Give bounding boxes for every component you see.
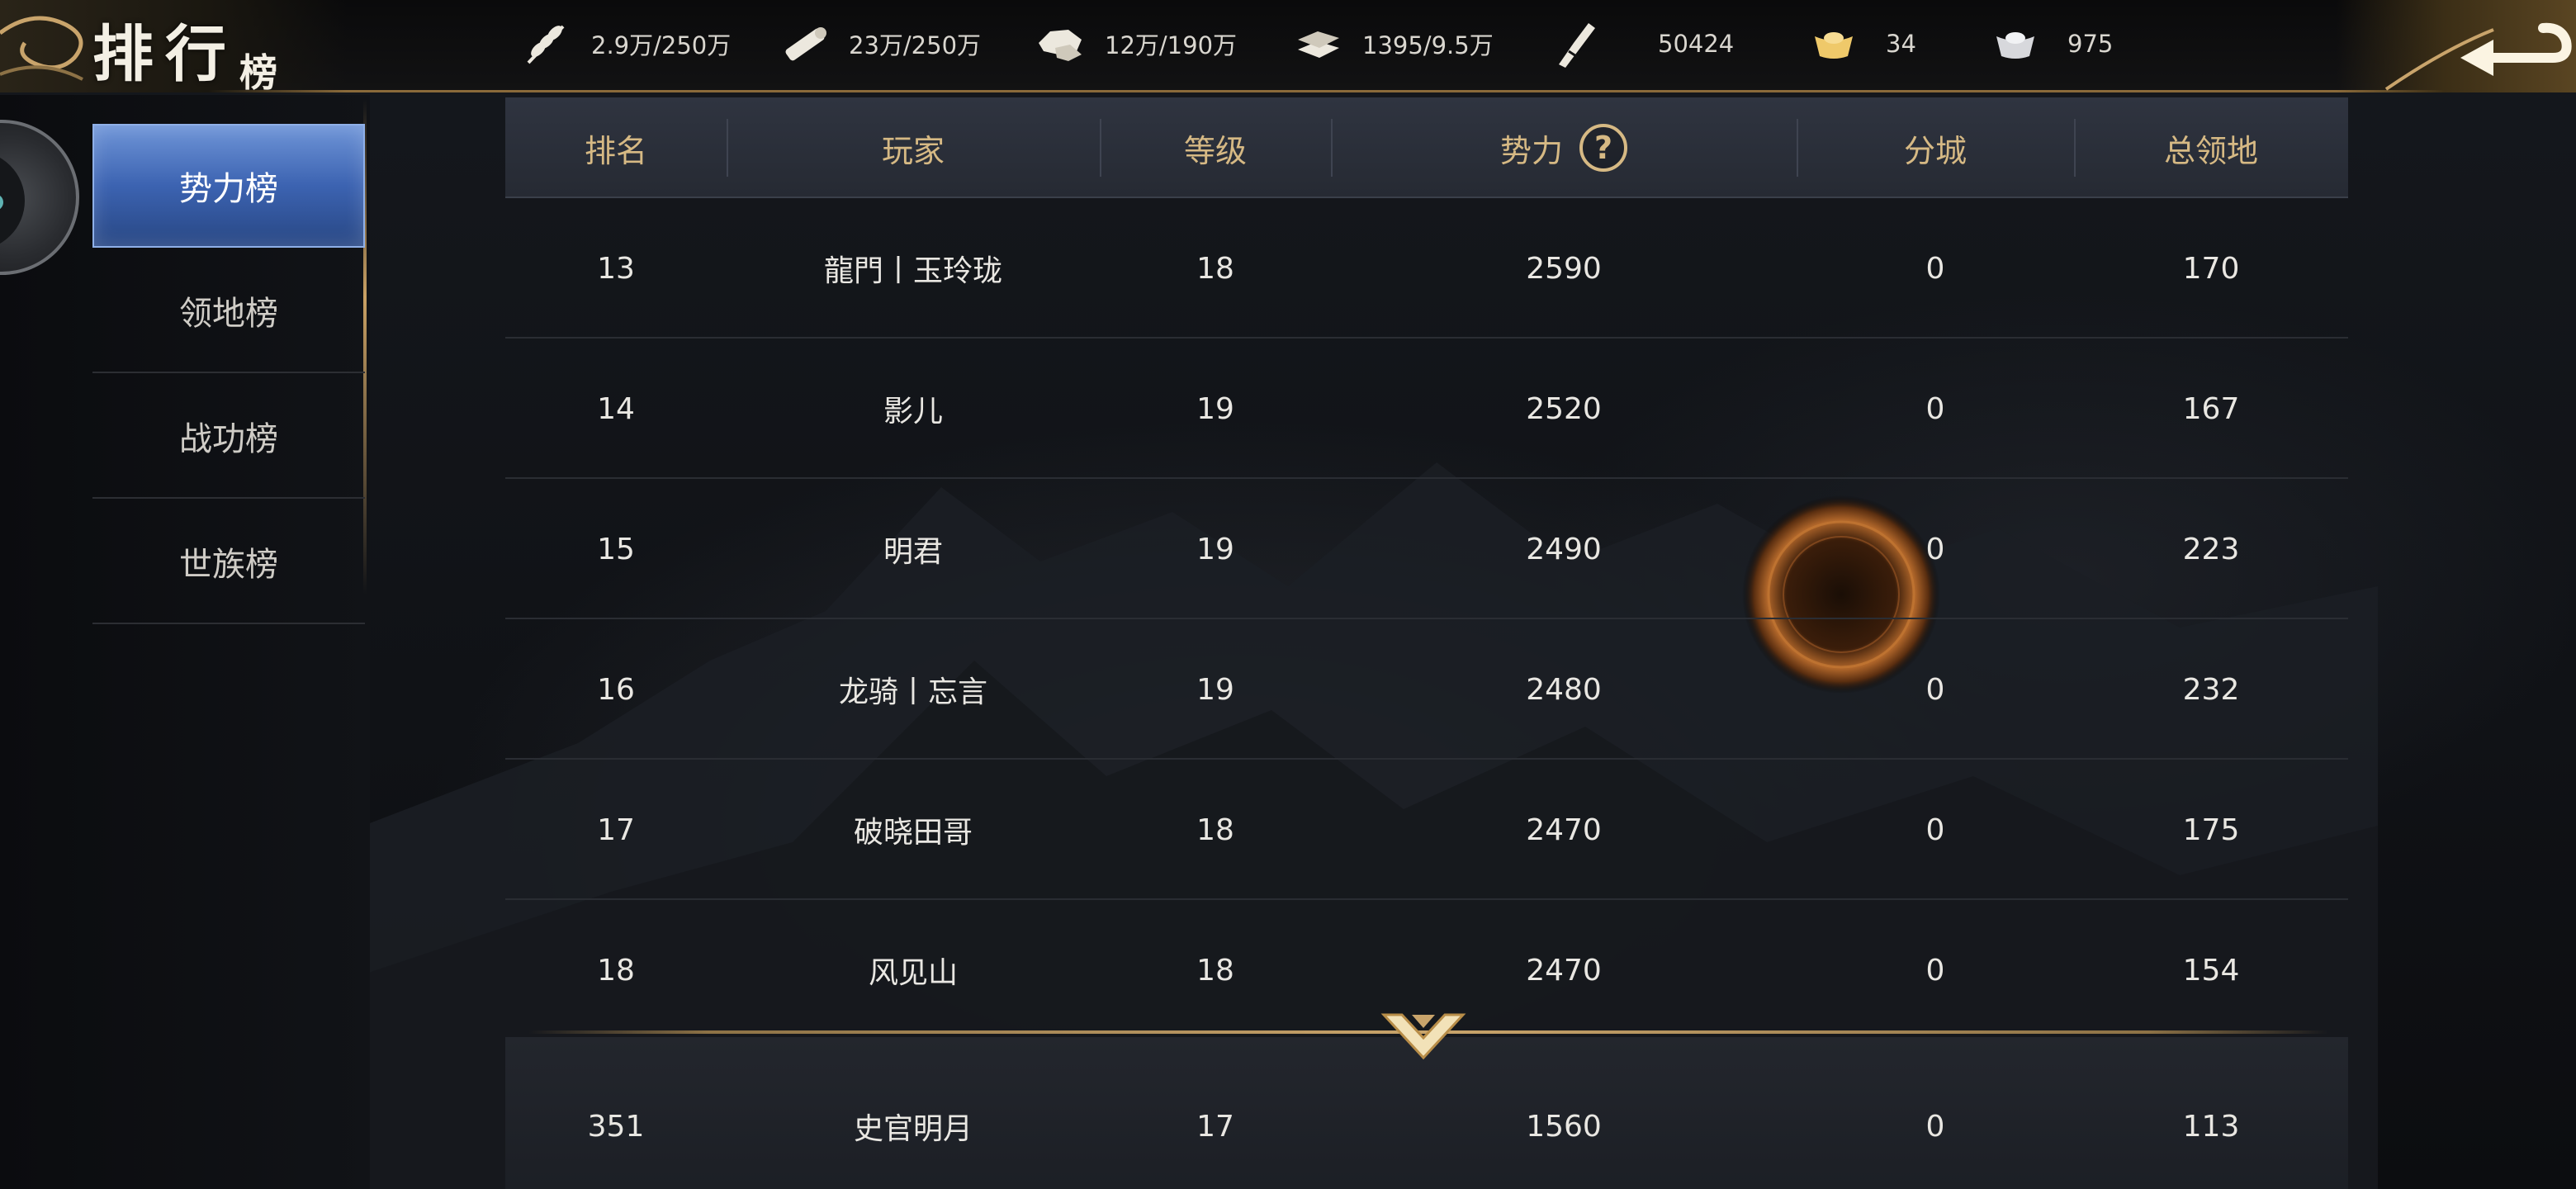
stone-value: 12万/190万 xyxy=(1105,31,1238,59)
tab-clan-ranking-label: 世族榜 xyxy=(179,546,278,584)
cell-player: 龍門丨玉玲珑 xyxy=(823,254,1002,288)
cell-branch: 0 xyxy=(1925,672,1945,707)
grain-icon xyxy=(527,25,565,64)
header-power-label: 势力 xyxy=(1499,132,1563,169)
cell-branch: 0 xyxy=(1925,391,1945,426)
cell-power: 2490 xyxy=(1526,532,1602,566)
cell-power: 2480 xyxy=(1526,672,1602,707)
cell-power: 2590 xyxy=(1526,251,1602,286)
cell-player: 影儿 xyxy=(883,395,943,429)
cell-player: 史官明月 xyxy=(853,1112,973,1146)
top-resource-bar: 排行 榜 2.9万/250万 23万/250万 12万/190万 1395/9.… xyxy=(0,0,2576,95)
tab-merit-ranking-label: 战功榜 xyxy=(179,420,278,458)
cell-territory: 223 xyxy=(2182,532,2240,566)
header-player[interactable]: 玩家 xyxy=(727,97,1100,198)
silver-ingot-icon xyxy=(1996,32,2034,59)
resource-silver[interactable]: 975 xyxy=(1990,18,2113,69)
silver-value: 975 xyxy=(2067,30,2114,58)
tab-territory-ranking[interactable]: 领地榜 xyxy=(92,249,365,373)
page-title-suffix: 榜 xyxy=(239,50,277,95)
cell-territory: 113 xyxy=(2182,1109,2240,1144)
cell-rank: 18 xyxy=(597,953,635,988)
cell-branch: 0 xyxy=(1925,251,1945,286)
tab-power-ranking[interactable]: 势力榜 xyxy=(92,124,365,248)
table-header: 排名 玩家 等级 势力 ? 分城 总领地 xyxy=(505,97,2348,198)
header-territory[interactable]: 总领地 xyxy=(2074,97,2348,198)
ranking-screen: 排行 榜 2.9万/250万 23万/250万 12万/190万 1395/9.… xyxy=(0,0,2576,1189)
header-level[interactable]: 等级 xyxy=(1100,97,1331,198)
cell-level: 18 xyxy=(1196,812,1234,847)
cell-level: 19 xyxy=(1196,532,1234,566)
grain-value: 2.9万/250万 xyxy=(591,31,732,59)
cell-territory: 175 xyxy=(2182,812,2240,847)
cell-rank: 13 xyxy=(597,251,635,286)
iron-icon xyxy=(1298,31,1339,58)
title-plate: 排行 榜 xyxy=(0,0,347,95)
header-rank[interactable]: 排名 xyxy=(505,97,727,198)
tab-territory-ranking-label: 领地榜 xyxy=(179,295,278,333)
cell-level: 18 xyxy=(1196,953,1234,988)
copper-value: 50424 xyxy=(1658,30,1735,58)
cell-rank: 17 xyxy=(597,812,635,847)
cell-territory: 167 xyxy=(2182,391,2240,426)
resource-grain[interactable]: 2.9万/250万 xyxy=(522,18,731,69)
tab-clan-ranking[interactable]: 世族榜 xyxy=(92,500,365,624)
resource-copper[interactable]: 50424 xyxy=(1551,18,1734,69)
wood-icon xyxy=(785,27,826,61)
cell-branch: 0 xyxy=(1925,953,1945,988)
page-title: 排行 xyxy=(92,19,238,90)
resource-iron[interactable]: 1395/9.5万 xyxy=(1293,18,1494,69)
cell-territory: 232 xyxy=(2182,672,2240,707)
cell-player: 风见山 xyxy=(868,956,958,990)
cell-branch: 0 xyxy=(1925,812,1945,847)
cell-level: 19 xyxy=(1196,391,1234,426)
cell-branch: 0 xyxy=(1925,1109,1945,1144)
gold-ingot-icon xyxy=(1815,32,1853,59)
header-branch[interactable]: 分城 xyxy=(1797,97,2074,198)
table-row[interactable]: 13 龍門丨玉玲珑 18 2590 0 170 xyxy=(505,198,2348,339)
gold-value: 34 xyxy=(1886,30,1916,58)
help-icon[interactable]: ? xyxy=(1579,124,1627,172)
cell-level: 18 xyxy=(1196,251,1234,286)
iron-value: 1395/9.5万 xyxy=(1362,31,1494,59)
cell-power: 2470 xyxy=(1526,812,1602,847)
cell-branch: 0 xyxy=(1925,532,1945,566)
cell-territory: 170 xyxy=(2182,251,2240,286)
copper-coin-icon xyxy=(1559,23,1595,68)
cell-player: 破晓田哥 xyxy=(853,816,973,850)
table-row[interactable]: 16 龙骑丨忘言 19 2480 0 232 xyxy=(505,619,2348,760)
cell-power: 2520 xyxy=(1526,391,1602,426)
orb-inner xyxy=(0,151,25,250)
back-arrow-icon xyxy=(2384,22,2572,91)
cell-territory: 154 xyxy=(2182,953,2240,988)
header-power[interactable]: 势力 ? xyxy=(1331,97,1797,198)
tab-merit-ranking[interactable]: 战功榜 xyxy=(92,375,365,499)
cell-rank: 15 xyxy=(597,532,635,566)
cell-rank: 14 xyxy=(597,391,635,426)
cell-level: 19 xyxy=(1196,672,1234,707)
back-button[interactable] xyxy=(2337,0,2576,92)
resource-stone[interactable]: 12万/190万 xyxy=(1035,18,1237,69)
wood-value: 23万/250万 xyxy=(849,31,982,59)
jade-emblem-icon xyxy=(0,196,3,209)
stone-icon xyxy=(1039,30,1082,61)
table-row[interactable]: 15 明君 19 2490 0 223 xyxy=(505,479,2348,619)
resource-gold[interactable]: 34 xyxy=(1808,18,1916,69)
cell-rank: 351 xyxy=(587,1109,645,1144)
table-row[interactable]: 14 影儿 19 2520 0 167 xyxy=(505,339,2348,479)
resource-wood[interactable]: 23万/250万 xyxy=(779,18,981,69)
cell-level: 17 xyxy=(1196,1109,1234,1144)
chevron-down-icon[interactable] xyxy=(1380,1011,1466,1063)
table-row[interactable]: 17 破晓田哥 18 2470 0 175 xyxy=(505,760,2348,900)
cell-player: 明君 xyxy=(883,535,943,569)
cell-player: 龙骑丨忘言 xyxy=(838,675,987,709)
tab-power-ranking-label: 势力榜 xyxy=(179,170,278,208)
cell-rank: 16 xyxy=(597,672,635,707)
